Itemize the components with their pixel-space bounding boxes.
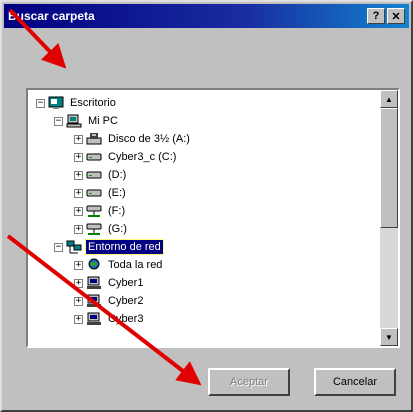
tree-item-label: Escritorio bbox=[70, 97, 116, 109]
expand-toggle[interactable]: + bbox=[74, 296, 83, 306]
accept-button[interactable]: Aceptar bbox=[208, 368, 290, 396]
title-bar[interactable]: Buscar carpeta ? ✕ bbox=[4, 4, 409, 28]
tree-item-label: Mi PC bbox=[88, 115, 118, 127]
dialog-title: Buscar carpeta bbox=[8, 9, 95, 23]
expand-toggle[interactable]: + bbox=[74, 314, 83, 324]
tree-item-label: Cyber2 bbox=[108, 295, 144, 307]
network-neighborhood-icon bbox=[66, 240, 82, 254]
tree-item-cyber1[interactable]: + Cyber1 bbox=[74, 274, 145, 292]
tree-item-toda-la-red[interactable]: + Toda la red bbox=[74, 256, 164, 274]
computer-icon bbox=[66, 114, 82, 128]
close-button[interactable]: ✕ bbox=[387, 8, 405, 24]
cancel-button[interactable]: Cancelar bbox=[314, 368, 396, 396]
hard-drive-icon bbox=[86, 171, 102, 179]
entire-network-icon bbox=[88, 258, 100, 270]
tree-item-label: Cyber3_c (C:) bbox=[108, 151, 177, 163]
floppy-drive-icon bbox=[86, 133, 102, 145]
tree-content: − Escritorio − Mi PC + Disco de 3½ (A:) … bbox=[28, 90, 380, 346]
tree-item-drive-g[interactable]: + (G:) bbox=[74, 220, 129, 238]
network-drive-icon bbox=[86, 205, 102, 217]
tree-item-mi-pc[interactable]: − Mi PC bbox=[54, 112, 120, 130]
tree-item-drive-e[interactable]: + (E:) bbox=[74, 184, 128, 202]
tree-item-label: (F:) bbox=[108, 205, 126, 217]
tree-item-label: Cyber1 bbox=[108, 277, 144, 289]
tree-item-label: (D:) bbox=[108, 169, 127, 181]
tree-item-entorno-de-red[interactable]: − Entorno de red bbox=[54, 238, 164, 256]
scroll-down-button[interactable]: ▼ bbox=[380, 328, 398, 346]
desktop-icon bbox=[48, 96, 64, 109]
browse-folder-dialog: Buscar carpeta ? ✕ − Escritorio − Mi PC … bbox=[0, 0, 413, 412]
tree-item-drive-d[interactable]: + (D:) bbox=[74, 166, 128, 184]
tree-item-label: (E:) bbox=[108, 187, 126, 199]
expand-toggle[interactable]: + bbox=[74, 224, 83, 234]
hard-drive-icon bbox=[86, 189, 102, 197]
tree-item-cyber2[interactable]: + Cyber2 bbox=[74, 292, 145, 310]
tree-item-cyber3[interactable]: + Cyber3 bbox=[74, 310, 145, 328]
tree-item-label: Disco de 3½ (A:) bbox=[108, 133, 190, 145]
network-drive-icon bbox=[86, 223, 102, 235]
hard-drive-icon bbox=[86, 153, 102, 161]
collapse-toggle[interactable]: − bbox=[54, 116, 63, 126]
network-computer-icon bbox=[87, 294, 101, 307]
vertical-scrollbar[interactable]: ▲ ▼ bbox=[380, 90, 398, 346]
expand-toggle[interactable]: + bbox=[74, 206, 83, 216]
tree-item-drive-c[interactable]: + Cyber3_c (C:) bbox=[74, 148, 178, 166]
collapse-toggle[interactable]: − bbox=[54, 242, 63, 252]
tree-item-drive-a[interactable]: + Disco de 3½ (A:) bbox=[74, 130, 192, 148]
tree-item-label: Cyber3 bbox=[108, 313, 144, 325]
tree-item-escritorio[interactable]: − Escritorio bbox=[36, 94, 118, 112]
expand-toggle[interactable]: + bbox=[74, 170, 83, 180]
collapse-toggle[interactable]: − bbox=[36, 98, 45, 108]
expand-toggle[interactable]: + bbox=[74, 188, 83, 198]
network-computer-icon bbox=[87, 276, 101, 289]
tree-item-label: Toda la red bbox=[108, 259, 163, 271]
tree-item-label: Entorno de red bbox=[85, 239, 164, 255]
expand-toggle[interactable]: + bbox=[74, 278, 83, 288]
tree-item-drive-f[interactable]: + (F:) bbox=[74, 202, 127, 220]
tree-item-label: (G:) bbox=[108, 223, 127, 235]
scroll-up-button[interactable]: ▲ bbox=[380, 90, 398, 108]
network-computer-icon bbox=[87, 312, 101, 325]
scroll-thumb[interactable] bbox=[380, 108, 398, 228]
expand-toggle[interactable]: + bbox=[74, 260, 83, 270]
folder-tree[interactable]: − Escritorio − Mi PC + Disco de 3½ (A:) … bbox=[26, 88, 400, 348]
expand-toggle[interactable]: + bbox=[74, 134, 83, 144]
expand-toggle[interactable]: + bbox=[74, 152, 83, 162]
help-button[interactable]: ? bbox=[367, 8, 385, 24]
